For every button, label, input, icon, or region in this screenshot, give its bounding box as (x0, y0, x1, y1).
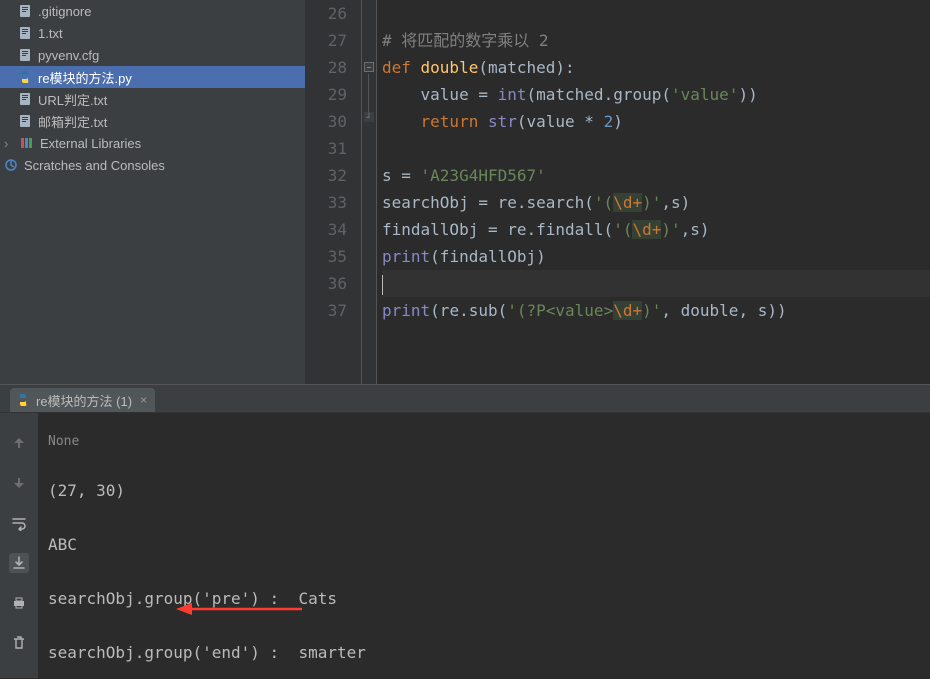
code-text: (findallObj) (430, 247, 546, 266)
code-text: \d+ (632, 220, 661, 239)
code-editor[interactable]: 26 27 28 29 30 31 32 33 34 35 36 37 − ┘ … (306, 0, 930, 384)
text-cursor (382, 275, 383, 295)
code-text: ) (613, 112, 623, 131)
code-text: 'value' (671, 85, 738, 104)
file-label: URL判定.txt (38, 90, 107, 109)
file-label: 邮箱判定.txt (38, 112, 107, 131)
code-text: (matched): (478, 58, 574, 77)
console-line: searchObj.group('end') : smarter (48, 639, 920, 666)
soft-wrap-button[interactable] (9, 513, 29, 533)
external-libraries[interactable]: › External Libraries (0, 132, 305, 154)
project-tree: .gitignore 1.txt pyvenv.cfg re模块的方法.py U… (0, 0, 306, 384)
console-line: None (48, 434, 920, 450)
code-text (382, 85, 421, 104)
file-icon (18, 26, 32, 40)
code-text: )) (738, 85, 757, 104)
file-gitignore[interactable]: .gitignore (0, 0, 305, 22)
code-text: def (382, 58, 421, 77)
file-1-txt[interactable]: 1.txt (0, 22, 305, 44)
file-re-module-py[interactable]: re模块的方法.py (0, 66, 305, 88)
code-text: '(?P<value> (507, 301, 613, 320)
code-text: )' (642, 301, 661, 320)
file-pyvenv-cfg[interactable]: pyvenv.cfg (0, 44, 305, 66)
code-text: str (488, 112, 517, 131)
console-line: (27, 30) (48, 477, 920, 504)
code-text: \d+ (613, 193, 642, 212)
node-label: Scratches and Consoles (24, 158, 165, 173)
console-line: ABC (48, 531, 920, 558)
file-label: .gitignore (38, 4, 91, 19)
code-text: return (421, 112, 488, 131)
code-text: (re.sub( (430, 301, 507, 320)
file-icon (18, 4, 32, 18)
code-text: value = (421, 85, 498, 104)
code-text: )' (642, 193, 661, 212)
code-text: \d+ (613, 301, 642, 320)
code-text: (value * (517, 112, 604, 131)
code-text: 'A23G4HFD567' (421, 166, 546, 185)
node-label: External Libraries (40, 136, 141, 151)
scroll-to-end-button[interactable] (9, 553, 29, 573)
code-text: (matched.group( (527, 85, 672, 104)
file-label: pyvenv.cfg (38, 48, 99, 63)
code-text: '( (594, 193, 613, 212)
up-arrow-button[interactable] (9, 433, 29, 453)
code-text: ,s) (681, 220, 710, 239)
python-file-icon (18, 70, 32, 84)
line-gutter: 26 27 28 29 30 31 32 33 34 35 36 37 (306, 0, 362, 384)
fold-strip: − ┘ (362, 0, 376, 384)
file-icon (18, 48, 32, 62)
close-icon[interactable]: × (140, 393, 147, 407)
code-text: int (498, 85, 527, 104)
chevron-right-icon: › (4, 136, 14, 151)
scratches-icon (4, 158, 18, 172)
code-text: searchObj = re.search( (382, 193, 594, 212)
run-tab-bar: re模块的方法 (1) × (0, 385, 930, 413)
file-icon (18, 114, 32, 128)
code-text: print (382, 247, 430, 266)
down-arrow-button[interactable] (9, 473, 29, 493)
run-toolbar (0, 413, 38, 678)
code-text: double (421, 58, 479, 77)
scratches-node[interactable]: Scratches and Consoles (0, 154, 305, 176)
trash-button[interactable] (9, 633, 29, 653)
file-label: re模块的方法.py (38, 68, 132, 87)
file-email-txt[interactable]: 邮箱判定.txt (0, 110, 305, 132)
code-text: '( (613, 220, 632, 239)
console-output[interactable]: None (27, 30) ABC searchObj.group('pre')… (38, 413, 930, 678)
code-text: findallObj = re.findall( (382, 220, 613, 239)
code-text: s = (382, 166, 421, 185)
code-text: 2 (604, 112, 614, 131)
file-url-txt[interactable]: URL判定.txt (0, 88, 305, 110)
run-tab[interactable]: re模块的方法 (1) × (10, 388, 155, 412)
code-text (382, 112, 421, 131)
console-line: searchObj.group('pre') : Cats (48, 585, 920, 612)
library-icon (20, 136, 34, 150)
file-icon (18, 92, 32, 106)
print-button[interactable] (9, 593, 29, 613)
code-area[interactable]: # 将匹配的数字乘以 2 def double(matched): value … (376, 0, 930, 384)
fold-end-icon: ┘ (364, 112, 374, 122)
code-text: )' (661, 220, 680, 239)
run-tab-label: re模块的方法 (1) (36, 391, 132, 410)
code-text: ,s) (661, 193, 690, 212)
code-text: print (382, 301, 430, 320)
code-text: # 将匹配的数字乘以 2 (382, 31, 549, 50)
file-label: 1.txt (38, 26, 63, 41)
code-text: , double, s)) (661, 301, 786, 320)
python-file-icon (16, 393, 30, 407)
fold-toggle-icon[interactable]: − (364, 62, 374, 72)
